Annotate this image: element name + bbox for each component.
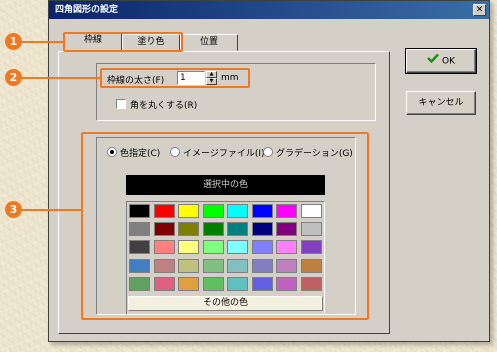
color-swatch[interactable] — [129, 276, 150, 291]
color-swatch[interactable] — [251, 222, 273, 237]
color-swatch[interactable] — [129, 222, 150, 237]
color-swatch[interactable] — [178, 204, 199, 218]
color-swatch[interactable] — [300, 240, 322, 255]
color-swatch[interactable] — [178, 240, 199, 255]
color-swatch[interactable] — [178, 276, 199, 291]
color-swatch[interactable] — [300, 222, 322, 237]
color-swatch[interactable] — [251, 204, 273, 218]
border-width-label: 枠線の太さ(F) — [107, 76, 165, 86]
border-width-input[interactable]: 1 — [177, 71, 205, 85]
color-swatch[interactable] — [227, 222, 248, 237]
color-swatch[interactable] — [227, 204, 248, 218]
color-swatch[interactable] — [178, 258, 199, 273]
color-swatch[interactable] — [129, 240, 150, 255]
callout-number-1: 1 — [5, 33, 22, 50]
color-swatch[interactable] — [276, 222, 297, 237]
color-swatch[interactable] — [251, 276, 273, 291]
close-button[interactable]: ✕ — [473, 4, 486, 16]
checkmark-icon — [427, 50, 439, 72]
color-swatch[interactable] — [276, 276, 297, 291]
round-corners-label: 角を丸くする(R) — [130, 101, 198, 111]
tab-position[interactable]: 位置 — [180, 34, 238, 51]
color-swatch[interactable] — [202, 240, 224, 255]
color-swatch[interactable] — [227, 276, 248, 291]
spin-up-button[interactable]: ▲ — [206, 71, 217, 78]
color-swatch[interactable] — [202, 204, 224, 218]
radio-image-file[interactable] — [170, 147, 180, 157]
color-swatch[interactable] — [178, 222, 199, 237]
color-swatch[interactable] — [276, 240, 297, 255]
callout-box-tabs — [63, 32, 183, 52]
color-swatch[interactable] — [153, 222, 175, 237]
color-swatch[interactable] — [129, 204, 150, 218]
cancel-button[interactable]: キャンセル — [406, 91, 476, 115]
round-corners-checkbox[interactable] — [116, 99, 126, 109]
color-swatch[interactable] — [202, 222, 224, 237]
color-swatch[interactable] — [300, 204, 322, 218]
color-swatch[interactable] — [153, 276, 175, 291]
other-colors-button[interactable]: その他の色 — [128, 296, 323, 311]
ok-label: OK — [442, 56, 455, 67]
color-swatch[interactable] — [276, 204, 297, 218]
callout-line-2 — [22, 77, 101, 79]
color-swatch[interactable] — [153, 258, 175, 273]
color-swatch[interactable] — [202, 258, 224, 273]
color-swatch[interactable] — [300, 276, 322, 291]
callout-number-2: 2 — [5, 69, 22, 86]
radio-image-file-label: イメージファイル(I) — [183, 149, 265, 159]
color-swatch[interactable] — [202, 276, 224, 291]
radio-gradation-label: グラデーション(G) — [276, 149, 353, 159]
color-swatch[interactable] — [227, 240, 248, 255]
dialog-title: 四角図形の設定 — [49, 1, 489, 19]
callout-number-3: 3 — [5, 201, 22, 218]
unit-label: mm — [221, 73, 239, 83]
color-swatch[interactable] — [251, 258, 273, 273]
radio-gradation[interactable] — [263, 147, 273, 157]
color-swatch[interactable] — [300, 258, 322, 273]
color-swatch[interactable] — [227, 258, 248, 273]
callout-line-3 — [22, 209, 82, 211]
color-swatch[interactable] — [251, 240, 273, 255]
spin-down-button[interactable]: ▼ — [206, 78, 217, 85]
radio-color[interactable] — [107, 147, 117, 157]
color-swatch[interactable] — [153, 204, 175, 218]
color-swatch[interactable] — [129, 258, 150, 273]
ok-button[interactable]: OK — [405, 48, 477, 74]
radio-color-label: 色指定(C) — [120, 149, 161, 159]
color-swatch[interactable] — [153, 240, 175, 255]
callout-line-1 — [22, 41, 64, 43]
selected-color-preview: 選択中の色 — [126, 175, 325, 195]
color-swatch[interactable] — [276, 258, 297, 273]
